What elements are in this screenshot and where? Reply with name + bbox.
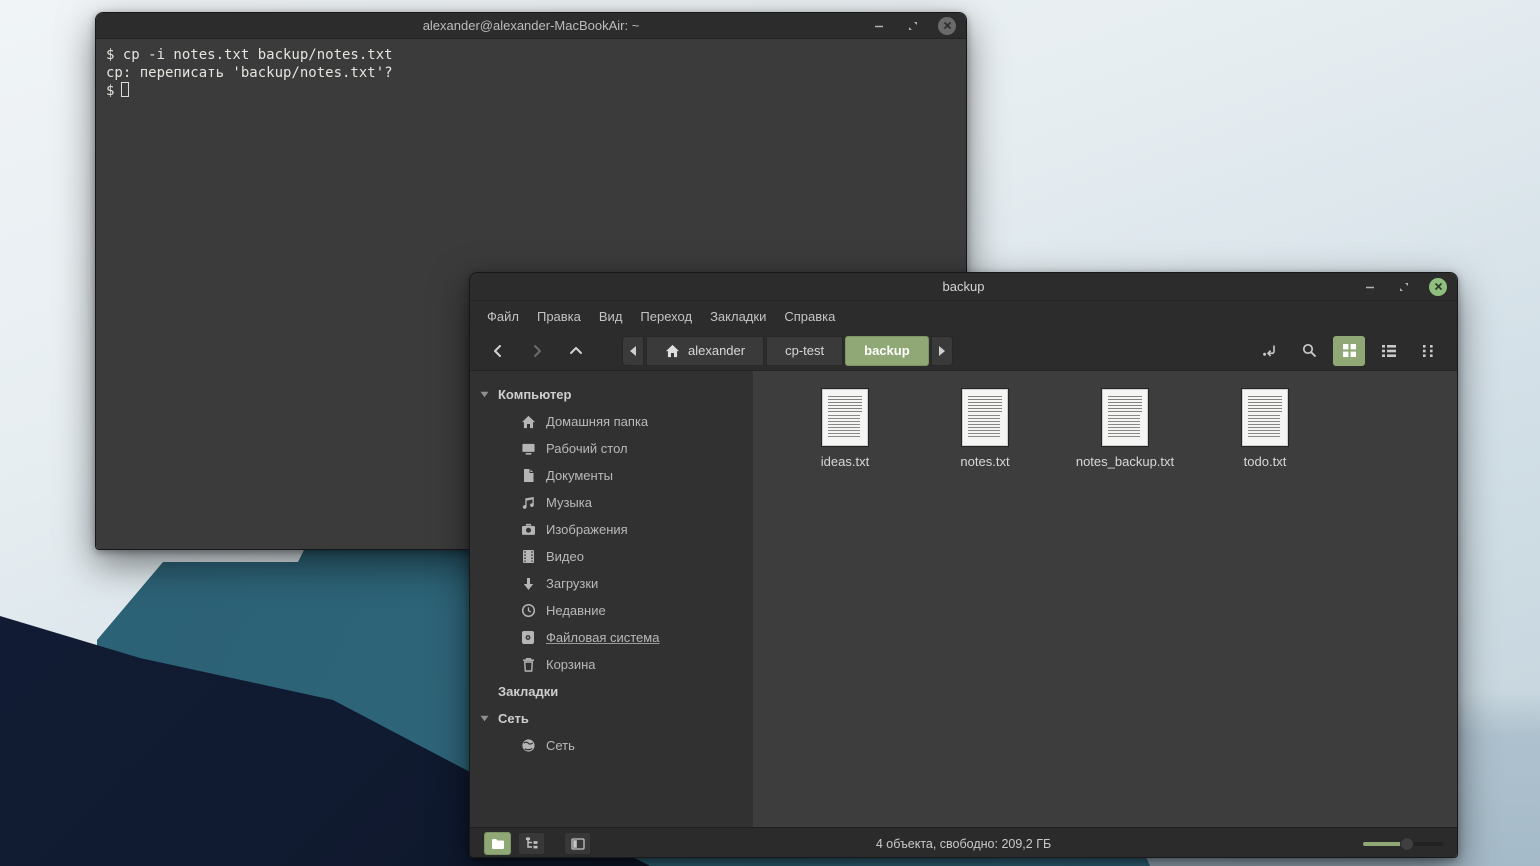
menu-item[interactable]: Справка [775,305,844,328]
sidebar: Компьютер Домашняя папка Рабочий стол До… [470,371,753,827]
show-treeview-button[interactable] [518,832,545,855]
desktop-icon [520,442,536,456]
forward-button[interactable] [521,337,553,365]
file-item[interactable]: notes_backup.txt [1055,389,1195,469]
minimize-icon[interactable] [1361,278,1379,296]
sidebar-row[interactable]: Музыка [470,489,753,516]
sidebar-row[interactable]: Сеть [470,732,753,759]
download-icon [520,577,536,591]
list-view-button[interactable] [1373,336,1405,366]
trash-icon [520,657,536,672]
text-file-thumbnail-icon [1242,389,1288,446]
maximize-icon[interactable] [1395,278,1413,296]
chevron-down-icon[interactable] [480,715,490,722]
desktop-wallpaper: alexander@alexander-MacBookAir: ~ $ cp -… [0,0,1540,866]
icon-view-button[interactable] [1333,336,1365,366]
menubar: ФайлПравкаВидПереходЗакладкиСправка [470,301,1457,331]
file-item[interactable]: todo.txt [1195,389,1335,469]
music-icon [520,495,536,510]
filesystem-icon [520,630,536,645]
file-item[interactable]: notes.txt [915,389,1055,469]
terminal-cursor [121,82,129,97]
sidebar-row[interactable]: Видео [470,543,753,570]
toggle-location-entry-icon[interactable] [1253,336,1285,366]
back-button[interactable] [482,337,514,365]
file-list-area[interactable]: ideas.txt notes.txt notes_backup.txt tod… [753,371,1457,827]
close-icon[interactable] [1429,278,1447,296]
maximize-icon[interactable] [904,17,922,35]
sidebar-row[interactable]: Файловая система [470,624,753,651]
minimize-icon[interactable] [870,17,888,35]
document-icon [520,468,536,483]
zoom-slider-handle[interactable] [1400,837,1414,851]
terminal-titlebar[interactable]: alexander@alexander-MacBookAir: ~ [96,13,966,39]
breadcrumb-scroll-right-icon[interactable] [931,336,953,366]
statusbar: 4 объекта, свободно: 209,2 ГБ [470,827,1457,858]
sidebar-row[interactable]: Домашняя папка [470,408,753,435]
menu-item[interactable]: Закладки [701,305,775,328]
zoom-slider[interactable] [1363,836,1443,852]
search-icon[interactable] [1293,336,1325,366]
terminal-line: cp: переписать 'backup/notes.txt'? [106,64,956,82]
toolbar: alexander cp-test backup [470,331,1457,371]
close-icon[interactable] [938,17,956,35]
file-manager-title: backup [943,279,985,294]
sidebar-row[interactable]: Сеть [470,705,753,732]
sidebar-row[interactable]: Недавние [470,597,753,624]
home-icon [520,415,536,429]
camera-icon [520,523,536,536]
menu-item[interactable]: Файл [478,305,528,328]
sidebar-row[interactable]: Изображения [470,516,753,543]
breadcrumb-scroll-left-icon[interactable] [622,336,644,366]
status-text: 4 объекта, свободно: 209,2 ГБ [470,837,1457,851]
compact-view-button[interactable] [1413,336,1445,366]
home-icon [665,344,680,358]
sidebar-row[interactable]: Документы [470,462,753,489]
video-icon [520,549,536,564]
clock-icon [520,603,536,618]
file-manager-titlebar[interactable]: backup [470,273,1457,301]
breadcrumb-segment[interactable]: alexander [646,336,764,366]
menu-item[interactable]: Правка [528,305,590,328]
sidebar-row[interactable]: Рабочий стол [470,435,753,462]
terminal-title: alexander@alexander-MacBookAir: ~ [423,18,640,33]
terminal-prompt-line: $ [106,82,956,100]
terminal-line: $ cp -i notes.txt backup/notes.txt [106,46,956,64]
breadcrumb-segment[interactable]: cp-test [766,336,843,366]
sidebar-row[interactable]: Компьютер [470,381,753,408]
sidebar-row[interactable]: Загрузки [470,570,753,597]
file-manager-window[interactable]: backup ФайлПравкаВидПереходЗакладкиСправ… [469,272,1458,858]
breadcrumb: alexander cp-test backup [622,336,953,366]
toggle-sidebar-button[interactable] [564,832,591,855]
sidebar-row[interactable]: Закладки [470,678,753,705]
file-item[interactable]: ideas.txt [775,389,915,469]
chevron-down-icon[interactable] [480,391,490,398]
up-button[interactable] [560,337,592,365]
menu-item[interactable]: Вид [590,305,632,328]
menu-item[interactable]: Переход [631,305,701,328]
sidebar-row[interactable]: Корзина [470,651,753,678]
breadcrumb-segment[interactable]: backup [845,336,929,366]
show-places-button[interactable] [484,832,511,855]
text-file-thumbnail-icon [1102,389,1148,446]
text-file-thumbnail-icon [822,389,868,446]
network-icon [520,738,536,753]
text-file-thumbnail-icon [962,389,1008,446]
